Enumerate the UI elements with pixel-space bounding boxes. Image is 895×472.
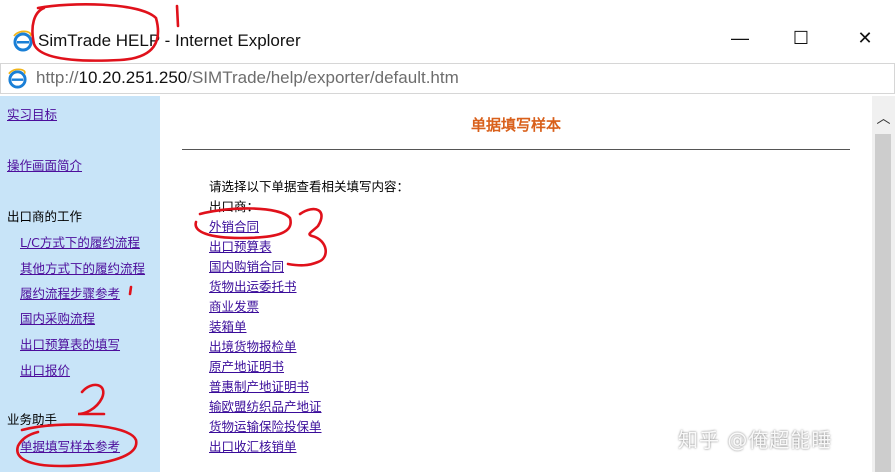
watermark: 知乎 @俺超能睡 [678, 428, 833, 452]
url-host: 10.20.251.250 [78, 68, 188, 87]
ie-logo-icon [13, 30, 33, 52]
sidebar-item-domestic-purchase[interactable]: 国内采购流程 [20, 308, 95, 327]
address-bar[interactable]: http://10.20.251.250/SIMTrade/help/expor… [0, 63, 895, 94]
ie-logo-icon [8, 68, 27, 89]
doc-link[interactable]: 输欧盟纺织品产地证 [209, 396, 322, 415]
sidebar-item-flow-steps[interactable]: 履约流程步骤参考 [20, 283, 120, 302]
url-path: /SIMTrade/help/exporter/default.htm [187, 68, 459, 87]
vertical-scrollbar[interactable]: ︿ [872, 96, 895, 472]
page-title: 单据填写样本 [470, 116, 561, 134]
doc-link[interactable]: 货物运输保险投保单 [209, 416, 322, 435]
sidebar-item-export-budget[interactable]: 出口预算表的填写 [20, 334, 120, 353]
doc-link[interactable]: 出口预算表 [209, 236, 272, 255]
chevron-up-icon[interactable]: ︿ [872, 108, 895, 127]
sidebar-item-goals[interactable]: 实习目标 [7, 104, 57, 123]
sidebar-item-other-flow[interactable]: 其他方式下的履约流程 [20, 258, 145, 277]
title-bar: SimTrade HELP - Internet Explorer — ☐ ✕ [0, 0, 895, 62]
doc-link[interactable]: 普惠制产地证明书 [209, 376, 309, 395]
sidebar-heading-assistant: 业务助手 [7, 412, 58, 427]
exporter-label: 出口商： [209, 199, 260, 214]
sidebar-item-doc-samples[interactable]: 单据填写样本参考 [20, 436, 120, 455]
doc-link[interactable]: 商业发票 [209, 296, 259, 315]
help-sidebar: 实习目标 操作画面简介 出口商的工作 L/C方式下的履约流程 其他方式下的履约流… [0, 96, 160, 472]
url-prefix: http:// [36, 68, 79, 87]
sidebar-heading-exporter: 出口商的工作 [7, 209, 83, 224]
doc-link[interactable]: 原产地证明书 [209, 356, 284, 375]
sidebar-item-export-quote[interactable]: 出口报价 [20, 360, 70, 379]
minimize-button[interactable]: — [725, 28, 755, 54]
sidebar-item-lc-flow[interactable]: L/C方式下的履约流程 [20, 232, 140, 251]
sidebar-item-screen-intro[interactable]: 操作画面简介 [7, 155, 82, 174]
doc-link[interactable]: 外销合同 [209, 216, 259, 235]
intro-text: 请选择以下单据查看相关填写内容： [209, 179, 410, 194]
address-url[interactable]: http://10.20.251.250/SIMTrade/help/expor… [36, 68, 459, 88]
doc-link[interactable]: 出境货物报检单 [209, 336, 297, 355]
doc-link[interactable]: 出口收汇核销单 [209, 436, 297, 455]
maximize-button[interactable]: ☐ [786, 28, 816, 54]
doc-link[interactable]: 货物出运委托书 [209, 276, 297, 295]
scroll-thumb[interactable] [875, 134, 891, 472]
divider [182, 149, 850, 150]
window-title: SimTrade HELP - Internet Explorer [38, 31, 301, 50]
close-button[interactable]: ✕ [850, 28, 880, 54]
doc-link[interactable]: 国内购销合同 [209, 256, 284, 275]
doc-link[interactable]: 装箱单 [209, 316, 247, 335]
main-content: 单据填写样本 请选择以下单据查看相关填写内容： 出口商： 外销合同 出口预算表 … [160, 96, 872, 472]
